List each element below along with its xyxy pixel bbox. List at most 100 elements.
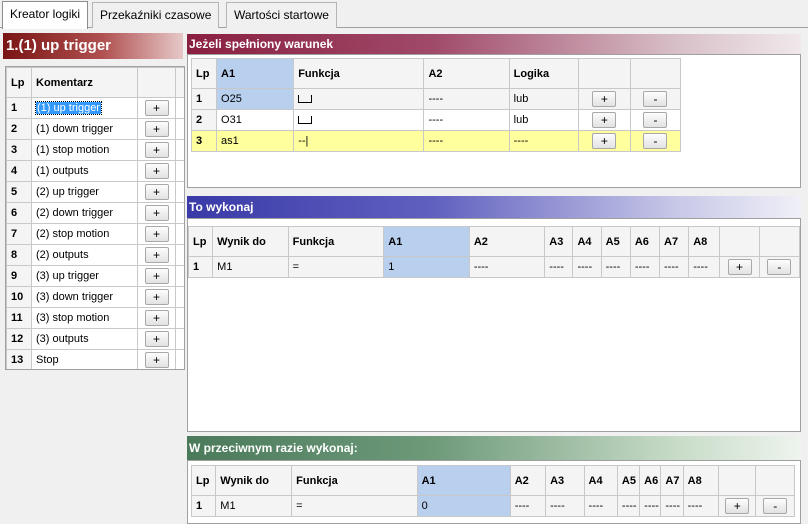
else-a8[interactable]: ---- — [682, 495, 720, 517]
then-a3[interactable]: ---- — [544, 256, 574, 278]
else-a4[interactable]: ---- — [583, 495, 618, 517]
then-a1[interactable]: 1 — [383, 256, 470, 278]
rule-comment[interactable]: (3) down trigger — [31, 286, 138, 308]
then-add-cell: + — [719, 256, 760, 278]
else-a7[interactable]: ---- — [660, 495, 684, 517]
then-a6[interactable]: ---- — [629, 256, 661, 278]
else-row[interactable]: 1 M1 = 0 ---- ---- ---- ---- ---- ---- -… — [190, 495, 795, 517]
rule-row[interactable]: 3 (1) stop motion + — [6, 139, 184, 161]
rule-row[interactable]: 10 (3) down trigger + — [6, 286, 184, 308]
else-a3[interactable]: ---- — [545, 495, 585, 517]
rule-row[interactable]: 11 (3) stop motion + — [6, 307, 184, 329]
cond-a2[interactable]: ---- — [423, 109, 510, 131]
then-a5[interactable]: ---- — [600, 256, 631, 278]
add-condition-button[interactable]: + — [592, 112, 617, 128]
rule-comment[interactable]: (2) down trigger — [31, 202, 138, 224]
else-a1[interactable]: 0 — [416, 495, 511, 517]
remove-action-button[interactable]: - — [767, 259, 792, 275]
add-condition-button[interactable]: + — [592, 133, 617, 149]
condition-row[interactable]: 2 O31 ---- lub + - — [190, 109, 682, 131]
else-a6[interactable]: ---- — [639, 495, 662, 517]
add-rule-button[interactable]: + — [144, 121, 169, 137]
add-rule-button[interactable]: + — [144, 142, 169, 158]
else-header-a2: A2 — [509, 465, 547, 496]
rule-comment[interactable]: (1) outputs — [31, 160, 138, 182]
add-else-action-button[interactable]: + — [725, 498, 750, 514]
add-rule-button[interactable]: + — [144, 352, 169, 368]
then-row[interactable]: 1 M1 = 1 ---- ---- ---- ---- ---- ---- -… — [188, 256, 800, 278]
tab-przekazniki-czasowe[interactable]: Przekaźniki czasowe — [92, 2, 220, 28]
rule-lp: 5 — [6, 181, 32, 203]
add-action-button[interactable]: + — [727, 259, 752, 275]
rule-comment[interactable]: (2) stop motion — [31, 223, 138, 245]
cond-a1[interactable]: O25 — [216, 88, 295, 110]
else-output[interactable]: M1 — [215, 495, 293, 517]
cond-a2[interactable]: ---- — [423, 88, 510, 110]
rule-row[interactable]: 8 (2) outputs + — [6, 244, 184, 266]
rule-row[interactable]: 6 (2) down trigger + — [6, 202, 184, 224]
cond-a2[interactable]: ---- — [423, 130, 510, 152]
add-condition-button[interactable]: + — [592, 91, 617, 107]
add-rule-button[interactable]: + — [144, 289, 169, 305]
else-a2[interactable]: ---- — [509, 495, 547, 517]
add-rule-button[interactable]: + — [144, 226, 169, 242]
condition-row[interactable]: 1 O25 ---- lub + - — [190, 88, 682, 110]
cond-header-logika: Logika — [508, 58, 579, 89]
remove-condition-button[interactable]: - — [643, 112, 668, 128]
then-a2[interactable]: ---- — [468, 256, 546, 278]
rule-row[interactable]: 4 (1) outputs + — [6, 160, 184, 182]
add-rule-button[interactable]: + — [144, 247, 169, 263]
then-output[interactable]: M1 — [212, 256, 289, 278]
then-a7[interactable]: ---- — [659, 256, 690, 278]
rule-lp: 10 — [6, 286, 32, 308]
rule-comment[interactable]: (1) up trigger — [31, 97, 138, 119]
cond-function[interactable] — [293, 109, 425, 131]
rule-comment[interactable]: Stop — [31, 349, 138, 369]
add-rule-button[interactable]: + — [144, 205, 169, 221]
else-header-lp: Lp — [190, 465, 217, 496]
rule-row[interactable]: 13 Stop + — [6, 349, 184, 369]
add-rule-button[interactable]: + — [144, 310, 169, 326]
rule-row[interactable]: 9 (3) up trigger + — [6, 265, 184, 287]
rule-comment[interactable]: (1) stop motion — [31, 139, 138, 161]
cond-a1[interactable]: O31 — [216, 109, 295, 131]
rule-comment[interactable]: (2) outputs — [31, 244, 138, 266]
else-header-plus — [718, 465, 757, 496]
add-rule-button[interactable]: + — [144, 184, 169, 200]
rule-row[interactable]: 5 (2) up trigger + — [6, 181, 184, 203]
rule-comment[interactable]: (3) outputs — [31, 328, 138, 350]
add-rule-button[interactable]: + — [144, 163, 169, 179]
else-function[interactable]: = — [291, 495, 418, 517]
rule-comment[interactable]: (2) up trigger — [31, 181, 138, 203]
remove-else-action-button[interactable]: - — [763, 498, 788, 514]
cond-a1[interactable]: as1 — [216, 130, 295, 152]
cond-function[interactable] — [293, 88, 425, 110]
rule-row[interactable]: 7 (2) stop motion + — [6, 223, 184, 245]
remove-condition-button[interactable]: - — [643, 91, 668, 107]
rule-row[interactable]: 1 (1) up trigger + — [6, 97, 184, 119]
rule-add-cell: + — [137, 97, 176, 119]
add-rule-button[interactable]: + — [144, 331, 169, 347]
remove-condition-button[interactable]: - — [643, 133, 668, 149]
add-rule-button[interactable]: + — [144, 100, 169, 116]
then-function[interactable]: = — [287, 256, 385, 278]
cond-logic[interactable]: lub — [508, 88, 579, 110]
rule-extra-cell — [175, 328, 184, 350]
rule-comment[interactable]: (1) down trigger — [31, 118, 138, 140]
else-lp: 1 — [190, 495, 217, 517]
tab-kreator-logiki[interactable]: Kreator logiki — [2, 1, 89, 29]
cond-function[interactable]: --| — [293, 130, 425, 152]
else-a5[interactable]: ---- — [616, 495, 641, 517]
add-rule-button[interactable]: + — [144, 268, 169, 284]
rule-row[interactable]: 2 (1) down trigger + — [6, 118, 184, 140]
rule-comment[interactable]: (3) up trigger — [31, 265, 138, 287]
rule-comment-text: (3) up trigger — [36, 270, 99, 282]
rule-row[interactable]: 12 (3) outputs + — [6, 328, 184, 350]
rule-comment[interactable]: (3) stop motion — [31, 307, 138, 329]
tab-wartosci-startowe[interactable]: Wartości startowe — [226, 2, 337, 28]
then-a4[interactable]: ---- — [572, 256, 602, 278]
cond-logic[interactable]: lub — [508, 109, 579, 131]
cond-logic[interactable]: ---- — [508, 130, 579, 152]
then-a8[interactable]: ---- — [688, 256, 721, 278]
condition-row[interactable]: 3 as1 --| ---- ---- + - — [190, 130, 682, 152]
